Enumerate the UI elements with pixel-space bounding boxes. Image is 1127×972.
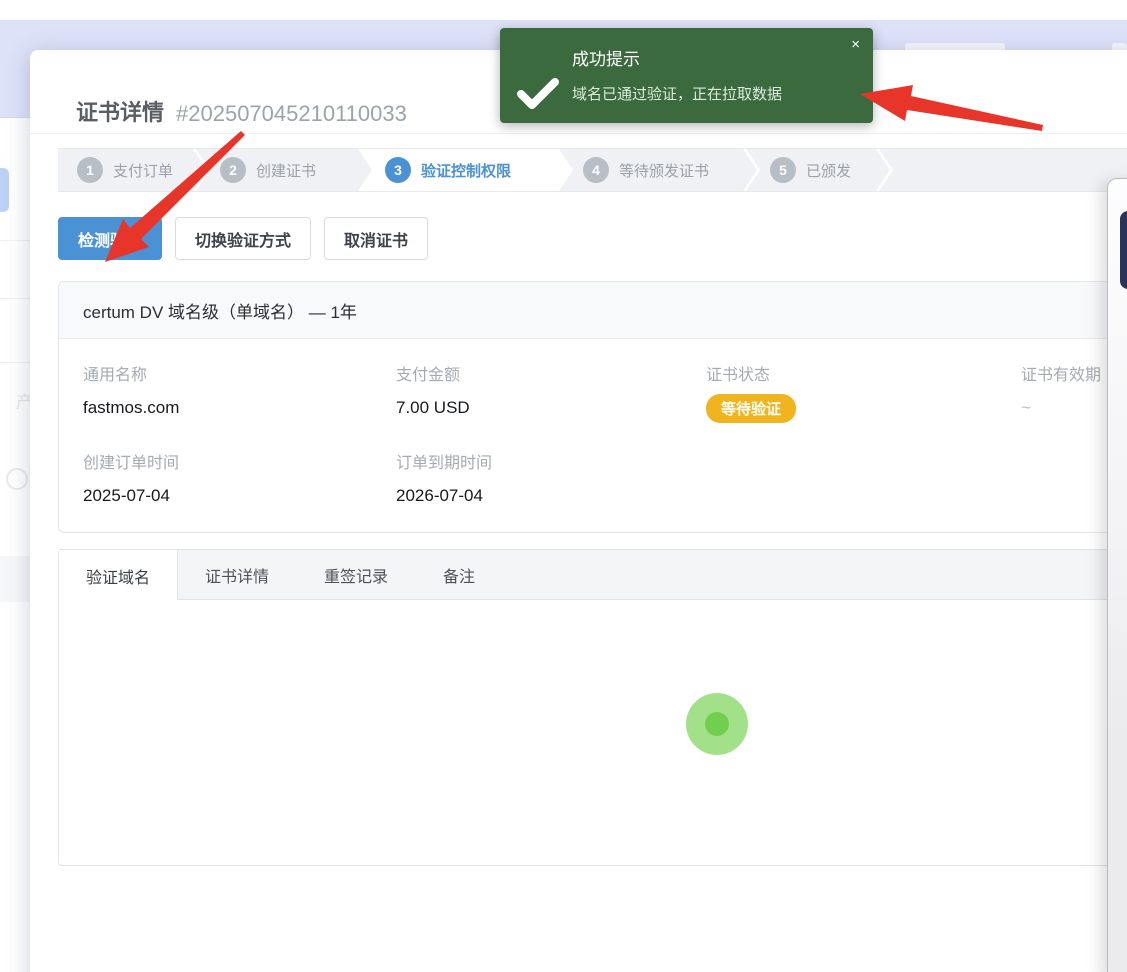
order-number: #202507045210110033 [176, 101, 407, 127]
field-status: 证书状态 等待验证 [706, 361, 1021, 423]
background-circle-fragment [6, 468, 28, 490]
step-number: 4 [583, 157, 609, 183]
certificate-detail-modal: 证书详情 #202507045210110033 1 支付订单 2 创建证书 3… [30, 50, 1127, 972]
step-pay-order: 1 支付订单 [58, 149, 207, 191]
step-label: 支付订单 [113, 160, 173, 181]
modal-title: 证书详情 [76, 95, 164, 127]
tab-resign-records[interactable]: 重签记录 [297, 550, 416, 599]
field-label: 证书状态 [706, 361, 1021, 385]
background-selected-menu-strip [0, 168, 9, 212]
step-number: 3 [385, 157, 411, 183]
step-create-cert: 2 创建证书 [196, 149, 372, 191]
step-label: 验证控制权限 [421, 160, 511, 181]
background-divider [0, 240, 30, 241]
step-verify-control: 3 验证控制权限 [361, 149, 570, 191]
step-label: 等待颁发证书 [619, 160, 709, 181]
field-value: 2026-07-04 [396, 486, 706, 506]
order-progress-stepper: 1 支付订单 2 创建证书 3 验证控制权限 4 等待颁发证书 5 已颁发 [58, 148, 1127, 192]
step-label: 已颁发 [806, 160, 851, 181]
step-number: 5 [770, 157, 796, 183]
tab-verify-domain[interactable]: 验证域名 [59, 549, 178, 601]
field-label: 订单到期时间 [396, 449, 706, 473]
field-amount: 支付金额 7.00 USD [396, 361, 706, 423]
tab-cert-detail[interactable]: 证书详情 [178, 550, 297, 599]
step-wait-issue: 4 等待颁发证书 [559, 149, 757, 191]
toast-title: 成功提示 [572, 45, 640, 70]
field-label: 创建订单时间 [83, 449, 396, 473]
step-number: 2 [220, 157, 246, 183]
tab-content-panel [58, 600, 1127, 866]
field-label: 通用名称 [83, 361, 396, 385]
loading-spinner-icon [686, 693, 748, 755]
product-name: certum DV 域名级（单域名） — 1年 [59, 282, 1127, 339]
stepper-filler [879, 149, 1127, 191]
switch-verification-method-button[interactable]: 切换验证方式 [175, 217, 311, 260]
field-common-name: 通用名称 fastmos.com [83, 361, 396, 423]
step-label: 创建证书 [256, 160, 316, 181]
tab-remarks[interactable]: 备注 [416, 550, 503, 599]
certificate-info-card: certum DV 域名级（单域名） — 1年 通用名称 fastmos.com… [58, 281, 1127, 533]
toast-close-icon[interactable]: × [851, 37, 860, 52]
status-badge: 等待验证 [706, 394, 796, 423]
check-verification-button[interactable]: 检测验证 [58, 217, 162, 260]
field-value: 7.00 USD [396, 398, 706, 418]
field-value: 2025-07-04 [83, 486, 396, 506]
detail-tabs: 验证域名 证书详情 重签记录 备注 [58, 549, 1127, 600]
field-value: fastmos.com [83, 398, 396, 418]
background-divider [0, 298, 30, 299]
field-label: 支付金额 [396, 361, 706, 385]
step-issued: 5 已颁发 [746, 149, 890, 191]
background-divider [0, 362, 30, 363]
field-created-time: 创建订单时间 2025-07-04 [83, 449, 396, 506]
success-check-icon [517, 78, 559, 110]
field-expire-time: 订单到期时间 2026-07-04 [396, 449, 706, 506]
cancel-certificate-button[interactable]: 取消证书 [324, 217, 428, 260]
side-drawer-edge[interactable] [1107, 178, 1127, 972]
success-toast: 成功提示 域名已通过验证，正在拉取数据 × [500, 28, 873, 123]
toast-message: 域名已通过验证，正在拉取数据 [572, 83, 782, 104]
step-number: 1 [77, 157, 103, 183]
drawer-navy-button[interactable] [1120, 211, 1127, 289]
background-band-fragment [0, 556, 30, 602]
